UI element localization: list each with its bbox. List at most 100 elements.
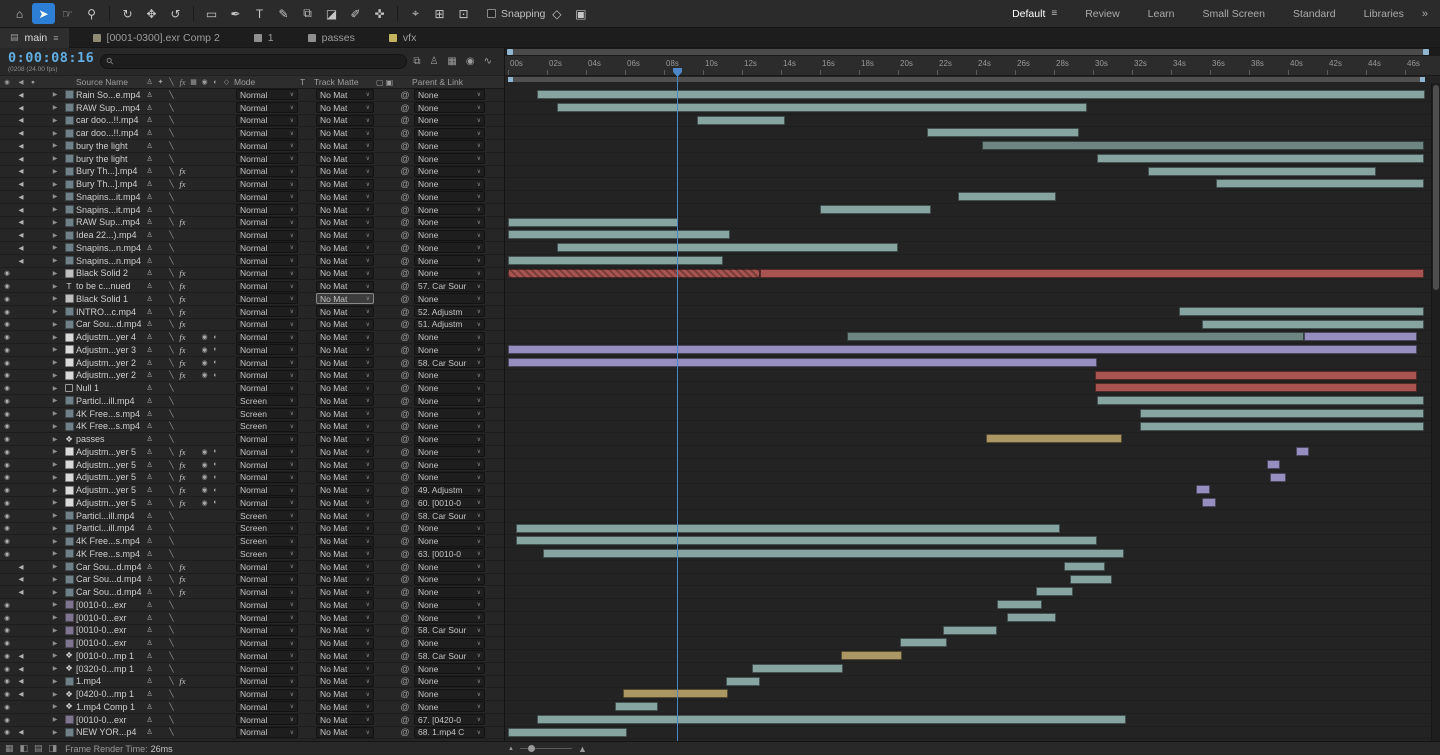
motion-blur-switch[interactable]: ◉ bbox=[199, 486, 210, 494]
expand-arrow[interactable]: ▶ bbox=[48, 344, 62, 356]
solo-toggle[interactable] bbox=[28, 701, 38, 713]
solo-toggle[interactable] bbox=[28, 255, 38, 267]
solo-toggle[interactable] bbox=[28, 408, 38, 420]
expand-arrow[interactable]: ▶ bbox=[48, 191, 62, 203]
audio-toggle[interactable]: ◀ bbox=[14, 217, 28, 229]
audio-toggle[interactable]: ◀ bbox=[14, 102, 28, 114]
parent-dropdown[interactable]: None ∨ bbox=[414, 229, 485, 241]
clip-bar[interactable] bbox=[1202, 319, 1425, 329]
trkmat-dropdown[interactable]: No Mat ∨ bbox=[316, 510, 374, 522]
parent-dropdown[interactable]: None ∨ bbox=[414, 204, 485, 216]
clip-bar[interactable] bbox=[1094, 383, 1417, 393]
clip-bar[interactable] bbox=[615, 702, 659, 711]
pickwhip-icon[interactable]: @ bbox=[398, 370, 412, 382]
fx-switch[interactable]: fx bbox=[177, 472, 188, 482]
audio-toggle[interactable] bbox=[14, 306, 28, 318]
trkmat-dropdown[interactable]: No Mat ∨ bbox=[316, 548, 374, 560]
audio-toggle[interactable]: ◀ bbox=[14, 255, 28, 267]
lock-toggle[interactable] bbox=[38, 102, 48, 114]
lock-toggle[interactable] bbox=[38, 370, 48, 382]
clip-bar[interactable] bbox=[981, 141, 1425, 150]
clip-bar[interactable] bbox=[1139, 421, 1425, 431]
audio-toggle[interactable] bbox=[14, 268, 28, 280]
trkmat-dropdown[interactable]: No Mat ∨ bbox=[316, 420, 374, 432]
lock-toggle[interactable] bbox=[38, 306, 48, 318]
solo-toggle[interactable] bbox=[28, 688, 38, 700]
parent-dropdown[interactable]: None ∨ bbox=[414, 153, 485, 165]
parent-dropdown[interactable]: None ∨ bbox=[414, 433, 485, 445]
clip-bar[interactable] bbox=[942, 625, 998, 635]
visibility-toggle[interactable] bbox=[0, 217, 14, 229]
lock-toggle[interactable] bbox=[38, 229, 48, 241]
expand-arrow[interactable]: ▶ bbox=[48, 586, 62, 598]
lock-toggle[interactable] bbox=[38, 204, 48, 216]
visibility-toggle[interactable]: ◉ bbox=[0, 319, 14, 331]
visibility-toggle[interactable]: ◉ bbox=[0, 548, 14, 560]
solo-toggle[interactable] bbox=[28, 370, 38, 382]
mode-dropdown[interactable]: Normal ∨ bbox=[236, 140, 298, 152]
parent-dropdown[interactable]: 52. Adjustm ∨ bbox=[414, 306, 485, 318]
quality-switch[interactable]: ╲ bbox=[166, 588, 177, 596]
lock-toggle[interactable] bbox=[38, 612, 48, 624]
trkmat-dropdown[interactable]: No Mat ∨ bbox=[316, 267, 374, 279]
mode-dropdown[interactable]: Normal ∨ bbox=[236, 599, 298, 611]
parent-dropdown[interactable]: None ∨ bbox=[414, 267, 485, 279]
lock-toggle[interactable] bbox=[38, 280, 48, 292]
quality-switch[interactable]: ╲ bbox=[166, 371, 177, 379]
fx-switch[interactable]: fx bbox=[177, 217, 188, 227]
parent-dropdown[interactable]: None ∨ bbox=[414, 599, 485, 611]
lock-toggle[interactable] bbox=[38, 217, 48, 229]
visibility-toggle[interactable] bbox=[0, 89, 14, 101]
clip-bar[interactable] bbox=[985, 434, 1123, 444]
layer-row[interactable]: ◉ ▶ [0010-0...exr ♙ ╲ Normal ∨ No Mat ∨ @67. [042… bbox=[0, 713, 504, 727]
visibility-toggle[interactable] bbox=[0, 115, 14, 127]
shy-switch[interactable]: ♙ bbox=[144, 244, 155, 252]
solo-toggle[interactable] bbox=[28, 395, 38, 407]
layer-row[interactable]: ◀ ▶ Car Sou...d.mp4 ♙ ╲ fx Normal ∨ No Mat ∨ @ None… bbox=[0, 586, 504, 599]
timeline-lane[interactable] bbox=[505, 714, 1440, 727]
fx-switch[interactable]: fx bbox=[177, 166, 188, 176]
lock-toggle[interactable] bbox=[38, 523, 48, 535]
quality-switch[interactable]: ╲ bbox=[166, 346, 177, 354]
expand-arrow[interactable]: ▶ bbox=[48, 370, 62, 382]
expand-arrow[interactable]: ▶ bbox=[48, 166, 62, 178]
pickwhip-icon[interactable]: @ bbox=[398, 319, 412, 331]
quality-switch[interactable]: ╲ bbox=[166, 269, 177, 277]
clip-bar[interactable] bbox=[556, 102, 1088, 112]
pickwhip-icon[interactable]: @ bbox=[398, 408, 412, 420]
pickwhip-icon[interactable]: @ bbox=[398, 714, 412, 726]
visibility-toggle[interactable] bbox=[0, 204, 14, 216]
mini-flowchart-icon[interactable]: ⧉ bbox=[413, 56, 420, 67]
parent-dropdown[interactable]: 51. Adjustm ∨ bbox=[414, 318, 485, 330]
clip-bar[interactable] bbox=[508, 230, 731, 240]
mode-dropdown[interactable]: Screen ∨ bbox=[236, 408, 298, 420]
fx-switch[interactable]: fx bbox=[177, 307, 188, 317]
panel-toggle-icon-4[interactable]: ◨ bbox=[49, 743, 58, 754]
quality-switch[interactable]: ╲ bbox=[166, 295, 177, 303]
trkmat-dropdown[interactable]: No Mat ∨ bbox=[316, 433, 374, 445]
solo-toggle[interactable] bbox=[28, 650, 38, 662]
layer-row[interactable]: ◉ ▶ 4K Free...s.mp4 ♙ ╲ Screen ∨ No Mat ∨ @ None ∨ bbox=[0, 420, 504, 434]
timeline-lane[interactable] bbox=[505, 178, 1440, 191]
lock-toggle[interactable] bbox=[38, 625, 48, 637]
visibility-toggle[interactable]: ◉ bbox=[0, 382, 14, 394]
audio-toggle[interactable] bbox=[14, 714, 28, 726]
solo-toggle[interactable] bbox=[28, 191, 38, 203]
shy-switch[interactable]: ♙ bbox=[144, 129, 155, 137]
visibility-toggle[interactable]: ◉ bbox=[0, 688, 14, 700]
trkmat-dropdown[interactable]: No Mat ∨ bbox=[316, 178, 374, 190]
shy-switch[interactable]: ♙ bbox=[144, 716, 155, 724]
mode-dropdown[interactable]: Normal ∨ bbox=[236, 306, 298, 318]
solo-toggle[interactable] bbox=[28, 676, 38, 688]
solo-toggle[interactable] bbox=[28, 561, 38, 573]
shy-switch[interactable]: ♙ bbox=[144, 703, 155, 711]
source-name-header[interactable]: Source Name bbox=[76, 76, 144, 88]
search-box[interactable]: ⚲ bbox=[100, 54, 408, 69]
mode-dropdown[interactable]: Normal ∨ bbox=[236, 433, 298, 445]
motion-blur-switch[interactable]: ◉ bbox=[199, 499, 210, 507]
audio-toggle[interactable]: ◀ bbox=[14, 676, 28, 688]
shy-switch[interactable]: ♙ bbox=[144, 218, 155, 226]
expand-arrow[interactable]: ▶ bbox=[48, 89, 62, 101]
pickwhip-icon[interactable]: @ bbox=[398, 115, 412, 127]
trkmat-dropdown[interactable]: No Mat ∨ bbox=[316, 318, 374, 330]
